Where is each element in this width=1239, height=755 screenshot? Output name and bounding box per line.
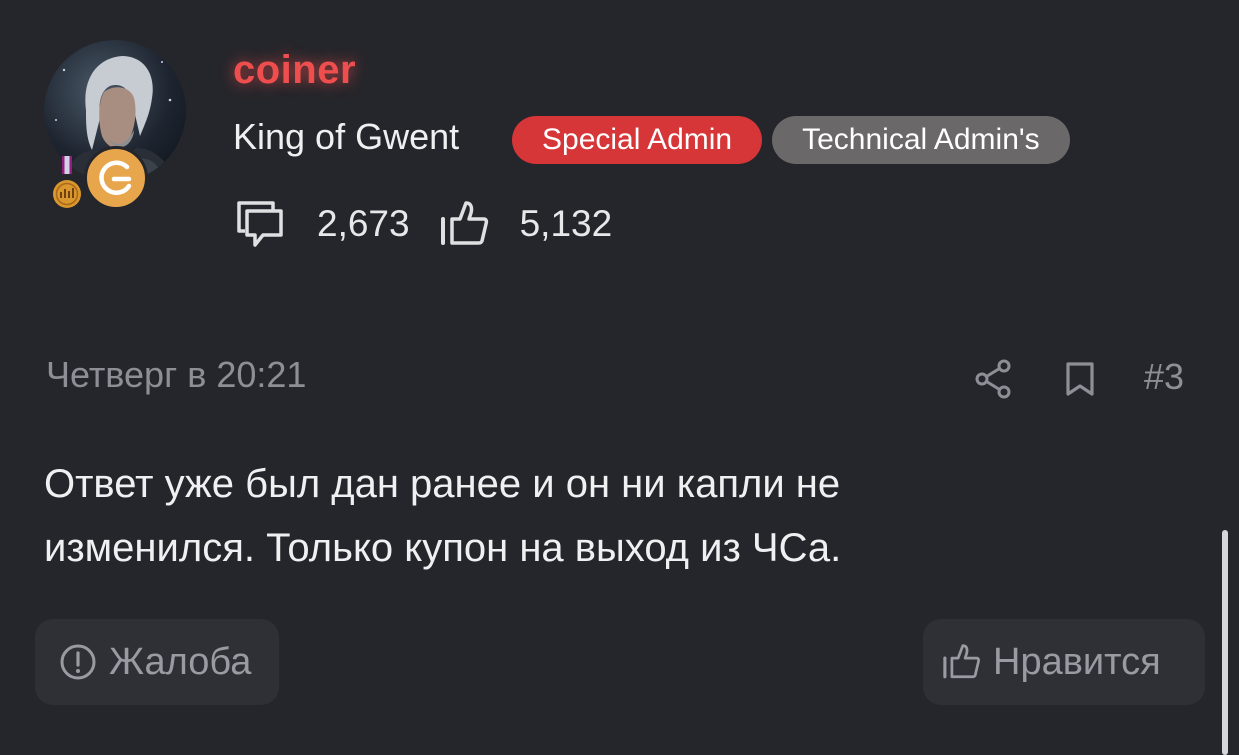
brand-g-icon [84,146,148,210]
post-number-link[interactable]: #3 [1144,356,1184,398]
role-badge-special-admin: Special Admin [512,116,763,164]
forum-post: coiner King of Gwent Special Admin Techn… [0,0,1239,755]
author-avatar-group [44,40,190,210]
scrollbar[interactable] [1222,530,1228,755]
post-date[interactable]: Четверг в 20:21 [46,354,306,396]
role-badges: Special Admin Technical Admin's [512,116,1070,164]
author-stats: 2,673 5,132 [233,196,612,252]
user-title: King of Gwent [233,116,460,157]
role-badge-technical-admin: Technical Admin's [772,116,1070,164]
medal-icon [50,152,84,212]
username[interactable]: coiner [233,48,356,93]
post-body: Ответ уже был дан ранее и он ни капли не… [44,462,842,570]
thumbs-up-icon [943,644,980,679]
like-button-label: Нравится [993,640,1161,683]
messages-count: 2,673 [317,203,410,244]
messages-icon [237,201,283,247]
thumbs-up-icon [440,201,488,245]
alert-circle-icon [60,644,96,680]
like-button[interactable]: Нравится [923,619,1205,705]
bookmark-icon[interactable] [1060,356,1100,402]
report-button[interactable]: Жалоба [35,619,279,705]
likes-count: 5,132 [519,203,613,244]
share-icon[interactable] [972,356,1014,402]
report-button-label: Жалоба [109,640,252,683]
